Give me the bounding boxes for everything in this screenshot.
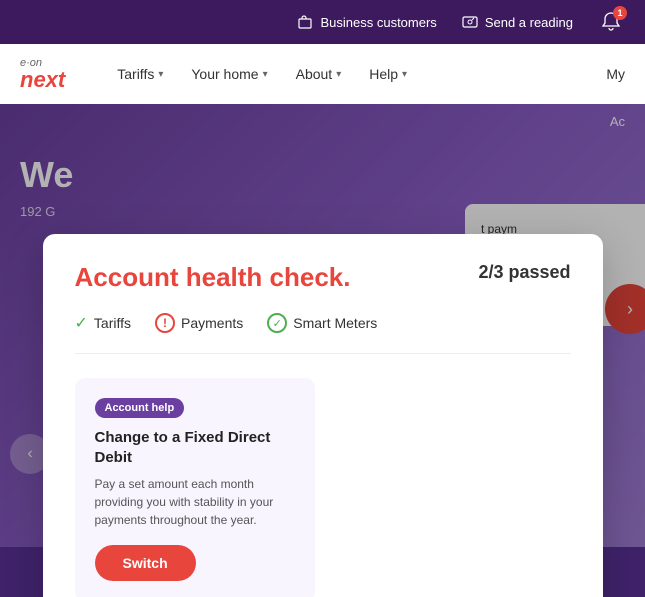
check-pass-circle-icon: ✓ [267, 313, 287, 333]
notification-count: 1 [613, 6, 627, 20]
chevron-down-icon: ▾ [158, 69, 163, 80]
chevron-down-icon: ▾ [336, 69, 341, 80]
check-payments-label: Payments [181, 315, 243, 331]
check-pass-icon: ✓ [75, 313, 88, 333]
suggestion-title: Change to a Fixed Direct Debit [95, 428, 295, 467]
send-reading-label: Send a reading [485, 15, 573, 30]
chevron-down-icon: ▾ [263, 69, 268, 80]
check-warning-icon: ! [155, 313, 175, 333]
switch-button[interactable]: Switch [95, 545, 196, 581]
hero-area: We 192 G Ac t paym payme ment is s after… [0, 104, 645, 597]
health-check-items: ✓ Tariffs ! Payments ✓ Smart Meters [75, 313, 571, 354]
nav-your-home[interactable]: Your home ▾ [179, 58, 279, 90]
check-payments: ! Payments [155, 313, 243, 333]
eon-next-logo: e·on next [20, 58, 65, 91]
nav-help-label: Help [369, 66, 398, 82]
top-utility-bar: Business customers Send a reading 1 [0, 0, 645, 44]
nav-my-account[interactable]: My [606, 66, 625, 82]
check-tariffs-label: Tariffs [94, 315, 131, 331]
meter-icon [461, 13, 479, 31]
send-reading-link[interactable]: Send a reading [461, 13, 573, 31]
nav-my-label: My [606, 66, 625, 82]
check-smart-meters-label: Smart Meters [293, 315, 377, 331]
suggestion-badge: Account help [95, 398, 185, 418]
logo-next: next [20, 69, 65, 91]
check-smart-meters: ✓ Smart Meters [267, 313, 377, 333]
nav-about-label: About [296, 66, 333, 82]
briefcase-icon [296, 13, 314, 31]
nav-help[interactable]: Help ▾ [357, 58, 419, 90]
modal-title: Account health check. [75, 262, 351, 293]
notification-bell[interactable]: 1 [597, 8, 625, 36]
nav-your-home-label: Your home [191, 66, 258, 82]
nav-about[interactable]: About ▾ [284, 58, 354, 90]
nav-tariffs[interactable]: Tariffs ▾ [105, 58, 175, 90]
business-customers-link[interactable]: Business customers [296, 13, 436, 31]
modal-header: Account health check. 2/3 passed [75, 262, 571, 293]
account-health-modal: Account health check. 2/3 passed ✓ Tarif… [43, 234, 603, 597]
nav-items: Tariffs ▾ Your home ▾ About ▾ Help ▾ My [105, 58, 625, 90]
modal-score: 2/3 passed [478, 262, 570, 283]
modal-overlay: Account health check. 2/3 passed ✓ Tarif… [0, 104, 645, 597]
suggestion-description: Pay a set amount each month providing yo… [95, 475, 295, 529]
suggestion-card: Account help Change to a Fixed Direct De… [75, 378, 315, 597]
main-navigation: e·on next Tariffs ▾ Your home ▾ About ▾ … [0, 44, 645, 104]
check-tariffs: ✓ Tariffs [75, 313, 132, 333]
chevron-down-icon: ▾ [402, 69, 407, 80]
nav-tariffs-label: Tariffs [117, 66, 154, 82]
business-customers-label: Business customers [320, 15, 436, 30]
